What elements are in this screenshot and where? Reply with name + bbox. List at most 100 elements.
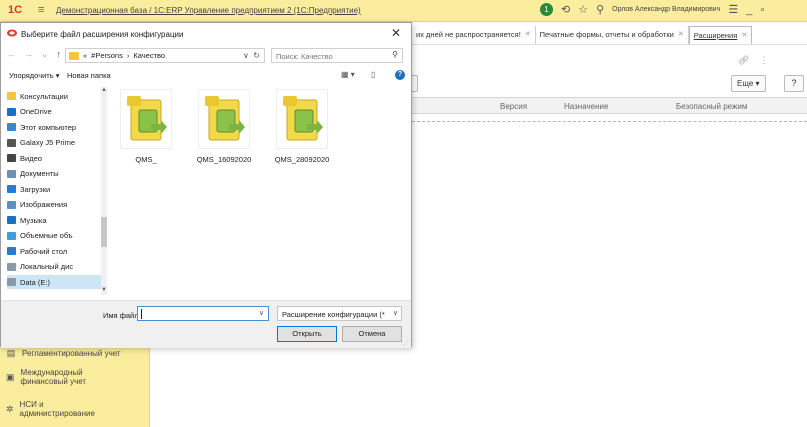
nav-item[interactable]: Локальный дис [7,260,101,274]
navigation-pane: ▲ ▼ Консультации OneDrive Этот компьютер Ga… [7,87,107,295]
sidebar-item-admin[interactable]: ✲ НСИ и администрирование [6,400,96,418]
documents-icon [7,169,16,178]
nav-item-label: Объемные объ [20,231,73,240]
file-list: QMS_ QMS_16092020 QMS_28092020 [115,87,405,297]
preview-pane-icon[interactable]: ▯ [371,70,375,79]
nav-item[interactable]: Видео [7,151,101,165]
more-vertical-icon[interactable]: ⋮ [759,55,768,66]
menu-icon[interactable]: ≡ [38,4,44,16]
help-icon[interactable]: ? [395,70,405,80]
column-header-purpose[interactable]: Назначение [564,102,608,111]
nav-item[interactable]: OneDrive [7,105,101,119]
column-header-version[interactable]: Версия [500,102,527,111]
tab-notice[interactable]: их дней не распространяется! ✕ [412,26,536,44]
pictures-icon [7,200,16,209]
organize-button[interactable]: Упорядочить ▾ [9,71,59,80]
scroll-up-icon[interactable]: ▲ [101,87,107,93]
breadcrumb-persons[interactable]: #Persons [91,51,123,60]
nav-item[interactable]: Документы [7,167,101,181]
more-button[interactable]: Еще ▾ [731,75,766,92]
history-icon[interactable]: ⟲ [561,3,570,16]
open-button[interactable]: Открыть [277,326,337,342]
chevron-down-icon[interactable]: ∨ [259,309,264,317]
address-prefix: « [83,51,88,60]
minimize-icon[interactable]: _ [746,4,752,16]
close-icon[interactable]: ✕ [391,26,401,40]
close-icon[interactable]: ✕ [741,27,747,45]
recent-icon[interactable]: ⌄ [41,49,49,60]
video-icon [7,154,16,162]
nav-item[interactable]: Изображения [7,198,101,212]
file-type-value: Расширение конфигурации (* [282,310,385,319]
file-item[interactable]: QMS_28092020 [271,89,333,164]
drive-icon [7,262,16,271]
cancel-button[interactable]: Отмена [342,326,402,342]
search-icon[interactable]: ⚲ [392,50,398,59]
link-icon[interactable]: 🔗︎ [738,55,749,66]
nav-item-label: Data (E:) [20,277,51,287]
extensions-form: 🔗︎ ⋮ … Еще ▾ ? Версия Назначение Безопас… [402,44,807,427]
tab-print-forms[interactable]: Печатные формы, отчеты и обработки ✕ [536,26,689,44]
help-button[interactable]: ? [784,75,804,92]
chevron-down-icon[interactable]: ∨ [243,51,249,60]
cfe-file-icon [276,89,328,149]
tab-label: их дней не распространяется! [416,30,521,39]
file-item[interactable]: QMS_ [115,89,177,164]
scroll-down-icon[interactable]: ▼ [101,287,107,293]
computer-icon [7,123,16,131]
cfe-file-icon [120,89,172,149]
nav-item[interactable]: Рабочий стол [7,244,101,258]
file-name: QMS_ [135,155,157,164]
file-type-select[interactable]: Расширение конфигурации (* ∨ [277,306,402,321]
nav-item-label: Galaxy J5 Prime [20,138,76,147]
chevron-down-icon[interactable]: ∨ [393,309,398,317]
nav-item[interactable]: Galaxy J5 Prime [7,136,101,150]
close-icon[interactable]: ✕ [678,26,684,44]
nav-item[interactable]: Музыка [7,213,101,227]
search-placeholder: Поиск: Качество [276,52,333,61]
refresh-icon[interactable]: ↻ [253,51,260,60]
address-controls: ∨ ↻ [243,51,260,60]
back-icon[interactable]: ← [7,49,16,60]
nav-item[interactable]: Загрузки [7,182,101,196]
nav-item[interactable]: Объемные объ [7,229,101,243]
sidebar-item-ifrs[interactable]: ▣ Международный финансовый учет [6,368,96,386]
app-title: Демонстрационная база / 1С:ERP Управлени… [56,6,361,15]
scrollbar-thumb[interactable] [101,217,107,247]
star-icon[interactable]: ☆ [578,3,588,16]
file-open-dialog: Выберите файл расширения конфигурации ✕ … [0,22,412,348]
dialog-titlebar: Выберите файл расширения конфигурации ✕ [1,23,411,45]
nav-item-label: OneDrive [20,107,52,116]
3d-objects-icon [7,231,16,240]
restore-icon[interactable]: ▫ [760,4,764,16]
close-icon[interactable]: ✕ [525,26,531,44]
new-folder-button[interactable]: Новая папка [67,71,111,80]
settings-icon[interactable]: ☰ [728,3,738,16]
nav-arrows: ← → ⌄ ↑ [7,49,61,60]
sidebar-item-reg-accounting[interactable]: ▤ Регламентированный учет [6,348,121,359]
nav-item-label: Загрузки [20,184,51,194]
file-item[interactable]: QMS_16092020 [193,89,255,164]
forward-icon[interactable]: → [24,49,33,60]
scrollbar[interactable]: ▲ ▼ [101,87,107,295]
address-bar[interactable]: « #Persons › Качество ∨ ↻ [65,48,265,63]
file-name: QMS_28092020 [274,155,330,164]
tab-extensions[interactable]: Расширения ✕ [688,26,753,45]
breadcrumb-quality[interactable]: Качество [133,51,165,60]
notifications-icon[interactable]: 1 [540,3,553,16]
up-icon[interactable]: ↑ [57,49,62,60]
search-icon[interactable]: ⚲ [596,3,604,16]
nav-item[interactable]: Data (E:) [7,275,101,289]
filename-field[interactable]: ∨ [137,306,269,321]
cfe-file-icon [198,89,250,149]
file-name: QMS_16092020 [196,155,252,164]
dialog-title: Выберите файл расширения конфигурации [21,30,184,39]
search-input[interactable]: Поиск: Качество ⚲ [271,48,403,63]
view-options-icon[interactable]: ▦ ▾ [341,70,355,79]
user-name[interactable]: Орлов Александр Владимирович [612,6,720,13]
app-titlebar: 1С ≡ Демонстрационная база / 1С:ERP Упра… [0,0,807,22]
nav-item[interactable]: Этот компьютер [7,120,101,134]
column-header-safe-mode[interactable]: Безопасный режим [676,102,747,111]
resize-grip-icon[interactable]: ⋰ [403,339,409,346]
nav-item[interactable]: Консультации [7,89,101,103]
